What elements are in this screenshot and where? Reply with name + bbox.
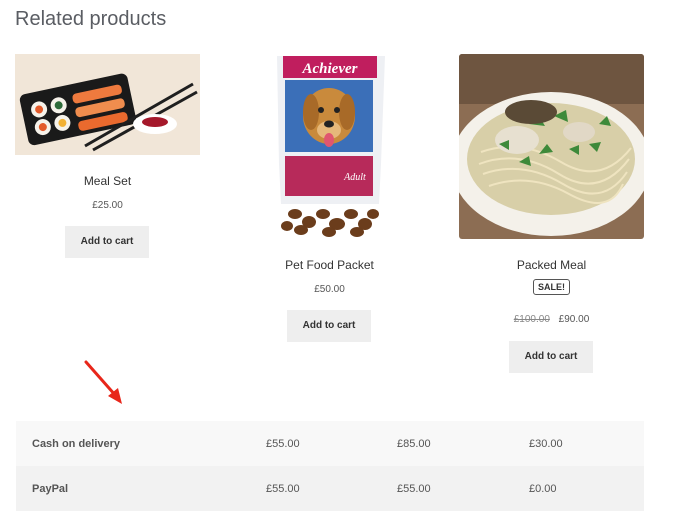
- add-to-cart-button[interactable]: Add to cart: [65, 226, 149, 258]
- product-name[interactable]: Meal Set: [15, 174, 200, 188]
- table-cell: £0.00: [529, 483, 557, 495]
- product-name[interactable]: Packed Meal: [459, 258, 644, 272]
- table-cell: £85.00: [397, 438, 431, 450]
- payment-method-label: Cash on delivery: [32, 438, 121, 450]
- product-price: £100.00 £90.00: [459, 314, 644, 325]
- sale-price: £90.00: [558, 314, 590, 325]
- payment-method-label: PayPal: [32, 483, 69, 495]
- table-cell: £55.00: [266, 438, 300, 450]
- add-to-cart-button[interactable]: Add to cart: [509, 341, 593, 373]
- product-pet-food-packet: Achiever Adult Pet Food Packet £50.00 Ad…: [237, 54, 422, 344]
- product-meal-set: Meal Set £25.00 Add to cart: [15, 54, 200, 264]
- pack-brand-text: Achiever: [302, 61, 358, 77]
- section-heading: Related products: [15, 8, 167, 30]
- sale-badge: SALE!: [533, 279, 570, 295]
- red-arrow-icon: [84, 360, 122, 404]
- table-row: PayPal £55.00 £55.00 £0.00: [16, 466, 644, 511]
- product-packed-meal: Packed Meal SALE! £100.00 £90.00 Add to …: [459, 54, 644, 374]
- product-price: £50.00: [314, 284, 345, 295]
- product-price: £25.00: [92, 200, 123, 211]
- pack-sub-text: Adult: [343, 172, 366, 183]
- old-price: £100.00: [513, 314, 550, 325]
- table-cell: £55.00: [397, 483, 431, 495]
- product-image-meal-set[interactable]: [15, 54, 200, 155]
- product-image-pet-food[interactable]: Achiever Adult: [237, 54, 422, 239]
- table-row: Cash on delivery £55.00 £85.00 £30.00: [16, 421, 644, 466]
- product-name[interactable]: Pet Food Packet: [237, 258, 422, 272]
- add-to-cart-button[interactable]: Add to cart: [287, 310, 371, 342]
- product-image-packed-meal[interactable]: [459, 54, 644, 239]
- table-cell: £30.00: [529, 438, 563, 450]
- payment-methods-table: Cash on delivery £55.00 £85.00 £30.00 Pa…: [16, 421, 644, 511]
- table-cell: £55.00: [266, 483, 300, 495]
